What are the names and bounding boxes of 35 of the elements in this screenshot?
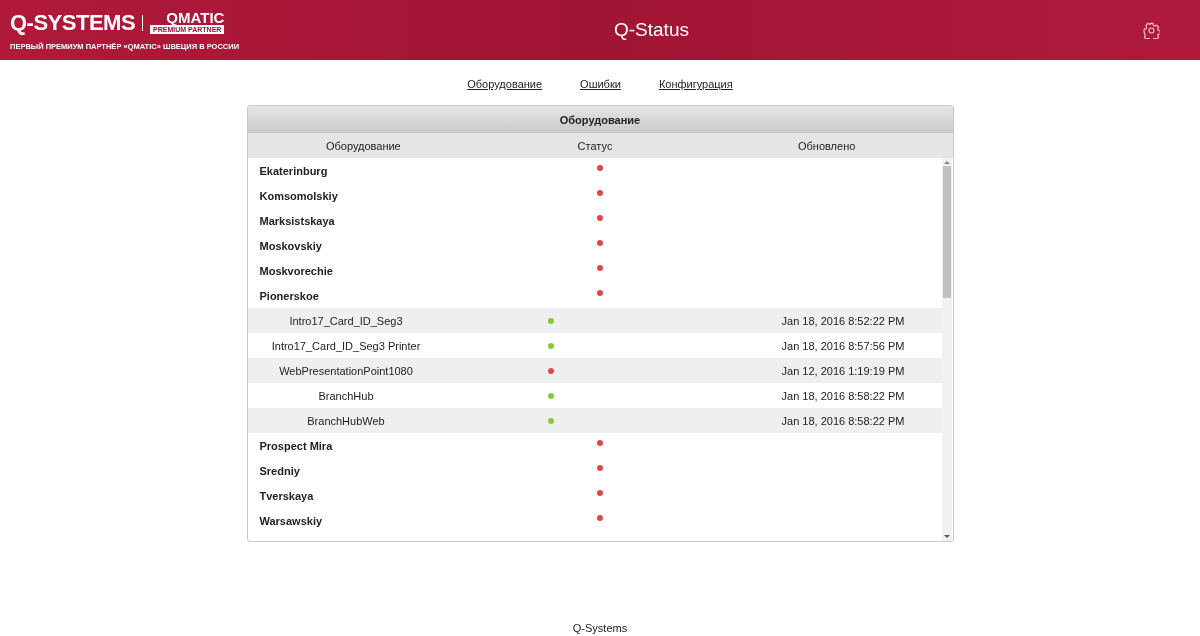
column-header: Оборудование [324, 139, 402, 152]
updated-time: Jan 18, 2016 8:57:56 PM [780, 339, 906, 352]
branch-name[interactable]: Prospect Mira [247, 439, 487, 452]
nav-link[interactable]: Ошибки [580, 78, 621, 92]
updated-time: Jan 18, 2016 8:58:22 PM [780, 414, 906, 427]
settings-icon[interactable] [1143, 21, 1160, 39]
scrollbar-thumb[interactable] [942, 166, 951, 298]
branch-name[interactable]: Ekaterinburg [247, 164, 487, 177]
branch-name[interactable]: Warsawskiy [247, 514, 487, 527]
page-title: Q-Status [614, 19, 689, 41]
device-name: Intro17_Card_ID_Seg3 [288, 314, 404, 327]
device-name: WebPresentationPoint1080 [278, 364, 414, 377]
branch-name[interactable]: Moskovskiy [247, 239, 487, 252]
branch-name[interactable]: Marksistskaya [247, 214, 487, 227]
updated-time: Jan 12, 2016 1:19:19 PM [780, 364, 906, 377]
branch-name[interactable]: Pionerskoe [247, 289, 487, 302]
device-name: Intro17_Card_ID_Seg3 Printer [270, 339, 422, 352]
device-name: BranchHub [317, 389, 375, 402]
updated-time: Jan 18, 2016 8:58:22 PM [780, 389, 906, 402]
branch-name[interactable]: Moskvorechie [247, 264, 487, 277]
brand-logo-text: Q-SYSTEMS [10, 9, 136, 36]
column-header: Обновлено [797, 139, 857, 152]
scrollbar[interactable] [941, 158, 952, 541]
branch-name[interactable]: Komsomolskiy [247, 189, 487, 202]
updated-time: Jan 18, 2016 8:52:22 PM [780, 314, 906, 327]
branch-name[interactable]: Tverskaya [247, 489, 487, 502]
footer-text: Q-Systems [572, 622, 628, 634]
branch-name[interactable]: Sredniy [247, 464, 487, 477]
device-name: BranchHubWeb [306, 414, 386, 427]
nav-link[interactable]: Оборудование [467, 78, 543, 92]
partner-logo-text: QMATIC [166, 11, 225, 25]
panel-title: Оборудование [247, 106, 953, 133]
logo-separator [142, 14, 144, 31]
nav-link[interactable]: Конфигурация [658, 78, 733, 92]
column-header: Статус [576, 139, 614, 152]
